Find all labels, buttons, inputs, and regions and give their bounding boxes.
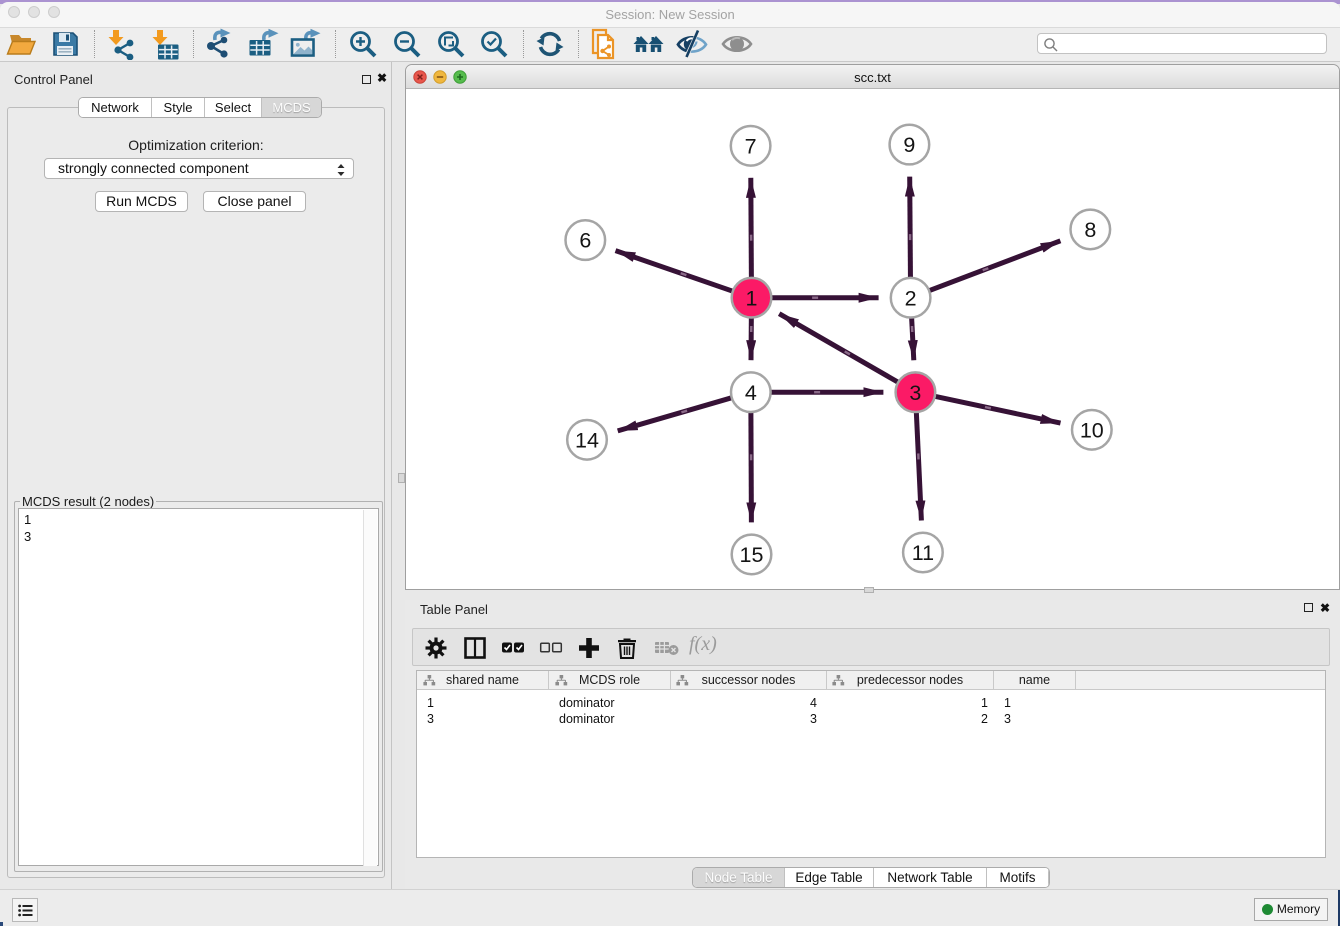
svg-text:1: 1 bbox=[746, 286, 758, 310]
svg-text:6: 6 bbox=[579, 229, 591, 253]
svg-text:4: 4 bbox=[745, 381, 757, 405]
svg-text:14: 14 bbox=[575, 428, 599, 452]
svg-text:3: 3 bbox=[909, 381, 921, 405]
svg-text:8: 8 bbox=[1084, 218, 1096, 242]
svg-text:11: 11 bbox=[912, 541, 934, 565]
svg-text:10: 10 bbox=[1080, 418, 1104, 442]
svg-text:15: 15 bbox=[740, 543, 764, 567]
svg-text:9: 9 bbox=[903, 133, 915, 157]
svg-text:7: 7 bbox=[745, 134, 757, 158]
svg-text:2: 2 bbox=[905, 286, 917, 310]
